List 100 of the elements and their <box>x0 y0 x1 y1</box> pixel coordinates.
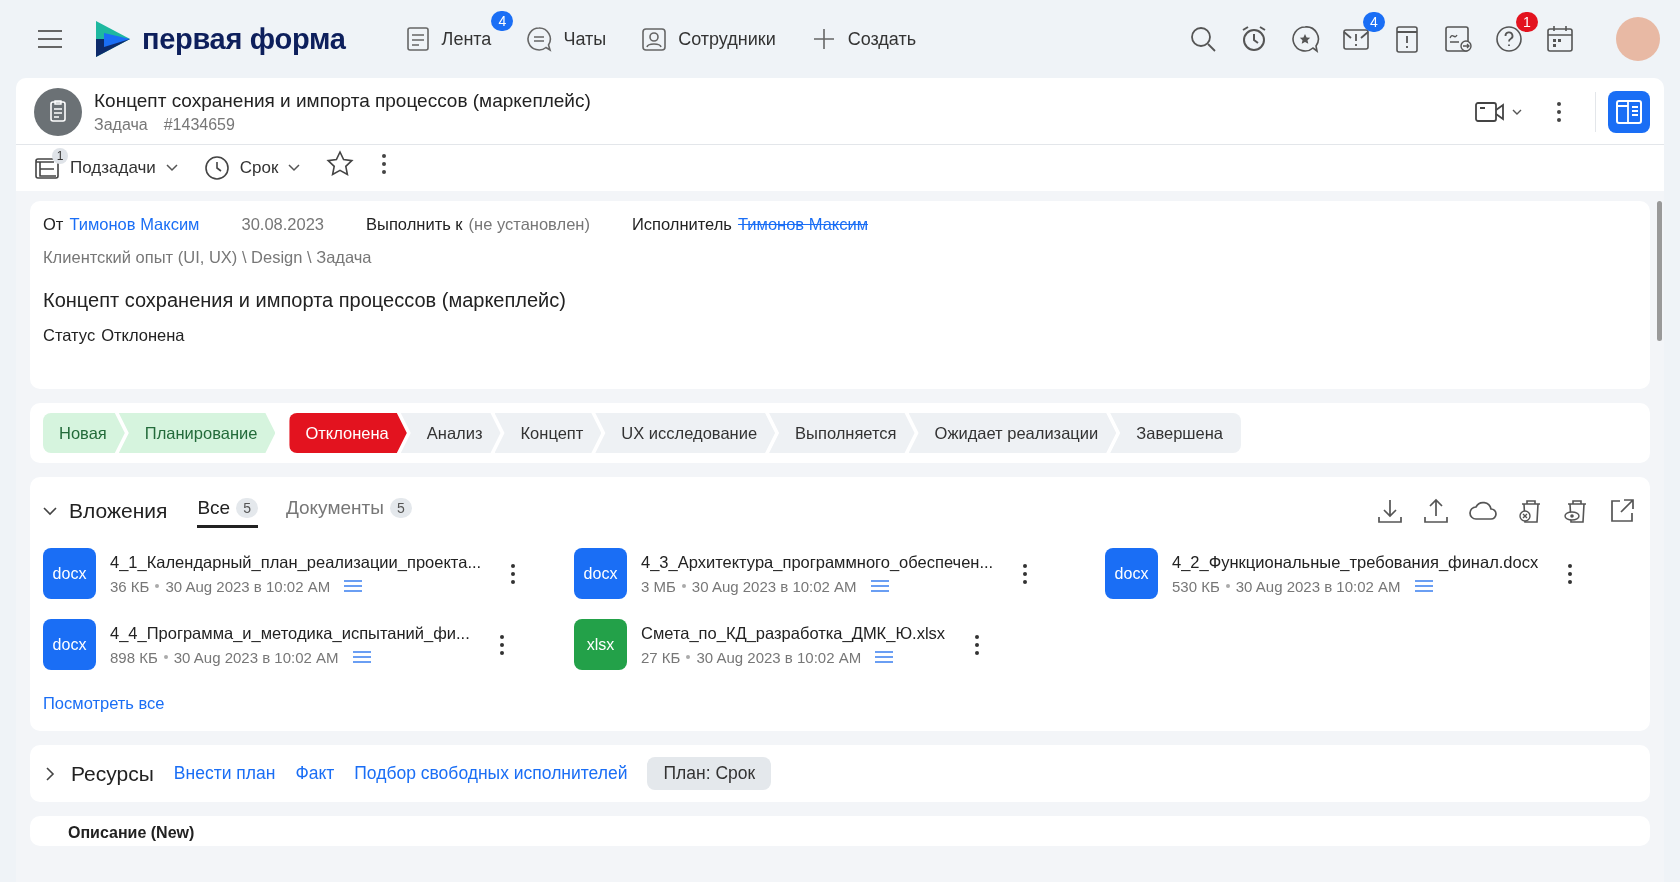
file-name[interactable]: 4_2_Функциональные_требования_финал.docx <box>1172 552 1539 572</box>
file-date: 30 Aug 2023 в 10:02 AM <box>165 577 331 595</box>
nav-link[interactable]: Сотрудники <box>640 25 776 53</box>
separator-dot-icon <box>1225 584 1230 588</box>
deadline-dropdown[interactable]: Срок <box>203 147 301 181</box>
nav-link[interactable]: Создать <box>809 25 917 53</box>
chevron-down-icon <box>288 164 301 172</box>
stage-step[interactable]: Новая <box>43 413 125 453</box>
file-date: 30 Aug 2023 в 10:02 AM <box>1235 577 1401 595</box>
file-size: 898 КБ <box>110 648 158 666</box>
chevron-down-icon <box>165 164 178 172</box>
external-link-icon[interactable] <box>1608 496 1636 525</box>
task-title: Концепт сохранения и импорта процессов (маркеплейс) <box>94 90 591 112</box>
list-icon[interactable] <box>1414 579 1433 593</box>
file-type-icon: docx <box>43 619 96 670</box>
employee-icon <box>640 25 669 53</box>
subtasks-dropdown[interactable]: 1 Подзадачи <box>34 148 178 180</box>
author-link[interactable]: Тимонов Максим <box>69 215 200 234</box>
task-icon <box>34 88 82 136</box>
help-icon[interactable] <box>1494 24 1524 54</box>
section-title: Ресурсы <box>71 761 154 786</box>
file-type-icon: xlsx <box>574 619 627 670</box>
more-icon[interactable] <box>380 153 389 175</box>
separator-dot-icon <box>155 584 160 588</box>
more-icon[interactable] <box>1555 101 1563 123</box>
attachment-tab[interactable]: Документы 5 <box>285 493 412 528</box>
upload-icon[interactable] <box>1422 496 1450 525</box>
field-label: Выполнить к <box>366 215 463 234</box>
executor-link[interactable]: Тимонов Максим <box>737 215 869 234</box>
view-all-link[interactable]: Посмотреть все <box>43 694 165 713</box>
task-number: #1434659 <box>163 116 235 134</box>
field-label: Статус <box>43 326 96 345</box>
stage-step[interactable]: Выполняется <box>769 413 915 453</box>
section-title: Описание (New) <box>68 824 195 841</box>
file-size: 36 КБ <box>110 577 150 595</box>
list-icon[interactable] <box>352 650 371 664</box>
panel-icon <box>1615 99 1643 125</box>
count-badge: 1 <box>52 148 68 164</box>
field-label: Исполнитель <box>631 215 732 234</box>
file-name[interactable]: 4_4_Программа_и_методика_испытаний_фи... <box>110 623 470 643</box>
date-text: 30.08.2023 <box>241 215 325 234</box>
list-icon[interactable] <box>875 650 894 664</box>
stage-step[interactable]: Ожидает реализации <box>908 413 1117 453</box>
task-type: Задача <box>94 116 148 134</box>
plan-chip[interactable]: План: Срок <box>647 757 772 790</box>
stage-step[interactable]: Завершена <box>1110 413 1241 453</box>
file-date: 30 Aug 2023 в 10:02 AM <box>696 648 862 666</box>
file-name[interactable]: Смета_по_КД_разработка_ДМК_Ю.xlsx <box>641 623 946 643</box>
clock-icon <box>203 155 230 181</box>
more-icon[interactable] <box>1021 562 1030 585</box>
nav-link[interactable]: Лента <box>403 25 492 53</box>
file-type-icon: docx <box>43 548 96 599</box>
due-value: (не установлен) <box>468 215 590 234</box>
count-badge: 1 <box>1516 12 1538 32</box>
file-type-icon: docx <box>574 548 627 599</box>
star-icon[interactable] <box>326 150 355 178</box>
stage-step[interactable]: UX исследование <box>595 413 776 453</box>
file-size: 3 МБ <box>641 577 676 595</box>
chevron-icon[interactable] <box>43 766 57 781</box>
more-icon[interactable] <box>497 633 506 656</box>
list-icon[interactable] <box>870 579 889 593</box>
more-icon[interactable] <box>1566 562 1575 585</box>
section-title: Вложения <box>69 498 168 523</box>
status-value: Отклонена <box>101 326 185 345</box>
file-type-icon: docx <box>1105 548 1158 599</box>
stage-step[interactable]: Планирование <box>118 413 276 453</box>
file-date: 30 Aug 2023 в 10:02 AM <box>173 648 339 666</box>
star-chat-icon[interactable] <box>1290 24 1320 54</box>
nav-link[interactable]: Чаты <box>525 25 607 53</box>
file-name[interactable]: 4_3_Архитектура_программного_обеспечен... <box>641 552 994 572</box>
logo-icon <box>94 19 132 59</box>
stage-step[interactable]: Отклонена <box>289 413 407 453</box>
brand-name: первая форма <box>142 22 346 56</box>
stage-step[interactable]: Анализ <box>400 413 501 453</box>
count-badge: 5 <box>389 498 412 518</box>
stage-step[interactable]: Концепт <box>494 413 602 453</box>
panel-toggle-button[interactable] <box>1608 91 1650 133</box>
video-camera-icon[interactable] <box>1475 100 1523 124</box>
resource-link[interactable]: Внести план <box>173 763 276 784</box>
calendar-icon[interactable] <box>1545 24 1575 54</box>
separator-dot-icon <box>686 655 691 659</box>
file-name[interactable]: 4_1_Календарный_план_реализации_проекта... <box>110 552 482 572</box>
count-badge: 4 <box>491 11 514 31</box>
count-badge: 5 <box>236 498 258 518</box>
resource-link[interactable]: Факт <box>295 763 335 784</box>
task-heading: Концепт сохранения и импорта процессов (маркеплейс) <box>43 289 567 312</box>
breadcrumb-path: Клиентский опыт (UI, UX) \ Design \ Задача <box>43 248 373 267</box>
resource-link[interactable]: Подбор свободных исполнителей <box>354 763 628 784</box>
file-size: 530 КБ <box>1172 577 1220 595</box>
scrollbar-thumb[interactable] <box>1656 201 1662 341</box>
signature-document-icon[interactable] <box>1443 24 1473 54</box>
separator-dot-icon <box>681 584 686 588</box>
attachment-tab[interactable]: Все 5 <box>197 493 258 528</box>
list-icon[interactable] <box>344 579 363 593</box>
menu-icon[interactable] <box>36 28 64 50</box>
more-icon[interactable] <box>973 633 982 656</box>
count-badge: 4 <box>1363 12 1385 32</box>
more-icon[interactable] <box>509 562 518 585</box>
file-date: 30 Aug 2023 в 10:02 AM <box>691 577 857 595</box>
search-icon[interactable] <box>1188 24 1218 54</box>
